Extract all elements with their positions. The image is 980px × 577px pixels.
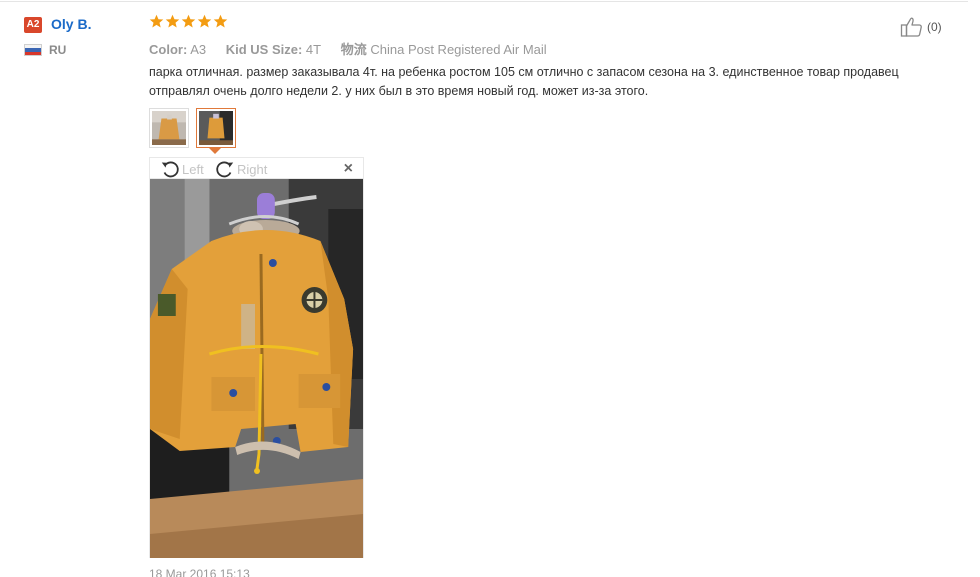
close-viewer-button[interactable]: × xyxy=(344,160,353,178)
review-photo-thumbnail[interactable] xyxy=(149,108,189,148)
review-photo-thumbnail-selected[interactable] xyxy=(196,108,236,148)
shipping-value: China Post Registered Air Mail xyxy=(370,42,547,57)
helpful-count: (0) xyxy=(927,20,942,34)
review-item: A2 Oly B. RU Color: A3 Kid US Size: 4T 物… xyxy=(0,0,980,577)
rotate-right-label: Right xyxy=(237,161,268,177)
shipping-label: 物流 xyxy=(340,42,367,57)
star-icon xyxy=(181,14,196,28)
jacket-photo-thumb xyxy=(199,111,233,145)
review-text: парка отличная. размер заказывала 4т. на… xyxy=(149,65,899,98)
divider xyxy=(0,1,968,2)
jacket-photo-thumb xyxy=(152,111,186,145)
russia-flag-icon xyxy=(24,44,42,56)
rotate-left-button[interactable]: Left xyxy=(160,159,204,179)
jacket-photo xyxy=(150,179,363,558)
star-icon xyxy=(149,14,164,28)
color-value: A3 xyxy=(190,42,207,57)
buyer-level-badge: A2 xyxy=(24,17,42,33)
review-date: 18 Mar 2016 15:13 xyxy=(149,567,250,577)
star-icon xyxy=(213,14,228,28)
reviewer-name-link[interactable]: Oly B. xyxy=(51,16,91,32)
color-label: Color: xyxy=(149,42,188,57)
photo-viewer-toolbar: Left Right × xyxy=(149,157,364,179)
rotate-left-icon xyxy=(161,161,179,178)
rotate-right-button[interactable]: Right xyxy=(215,159,267,179)
rotate-left-label: Left xyxy=(182,161,204,177)
size-label: Kid US Size: xyxy=(225,42,303,57)
star-icon xyxy=(165,14,180,28)
star-rating xyxy=(149,14,228,29)
star-icon xyxy=(197,14,212,28)
selected-thumbnail-pointer xyxy=(209,148,221,154)
rotate-right-icon xyxy=(216,161,234,178)
enlarged-review-photo xyxy=(149,179,364,558)
helpful-button[interactable]: (0) xyxy=(900,16,942,38)
order-info: Color: A3 Kid US Size: 4T 物流 China Post … xyxy=(149,39,563,58)
thumbs-up-icon xyxy=(900,16,924,38)
size-value: 4T xyxy=(305,42,322,57)
reviewer-country: RU xyxy=(49,43,67,57)
